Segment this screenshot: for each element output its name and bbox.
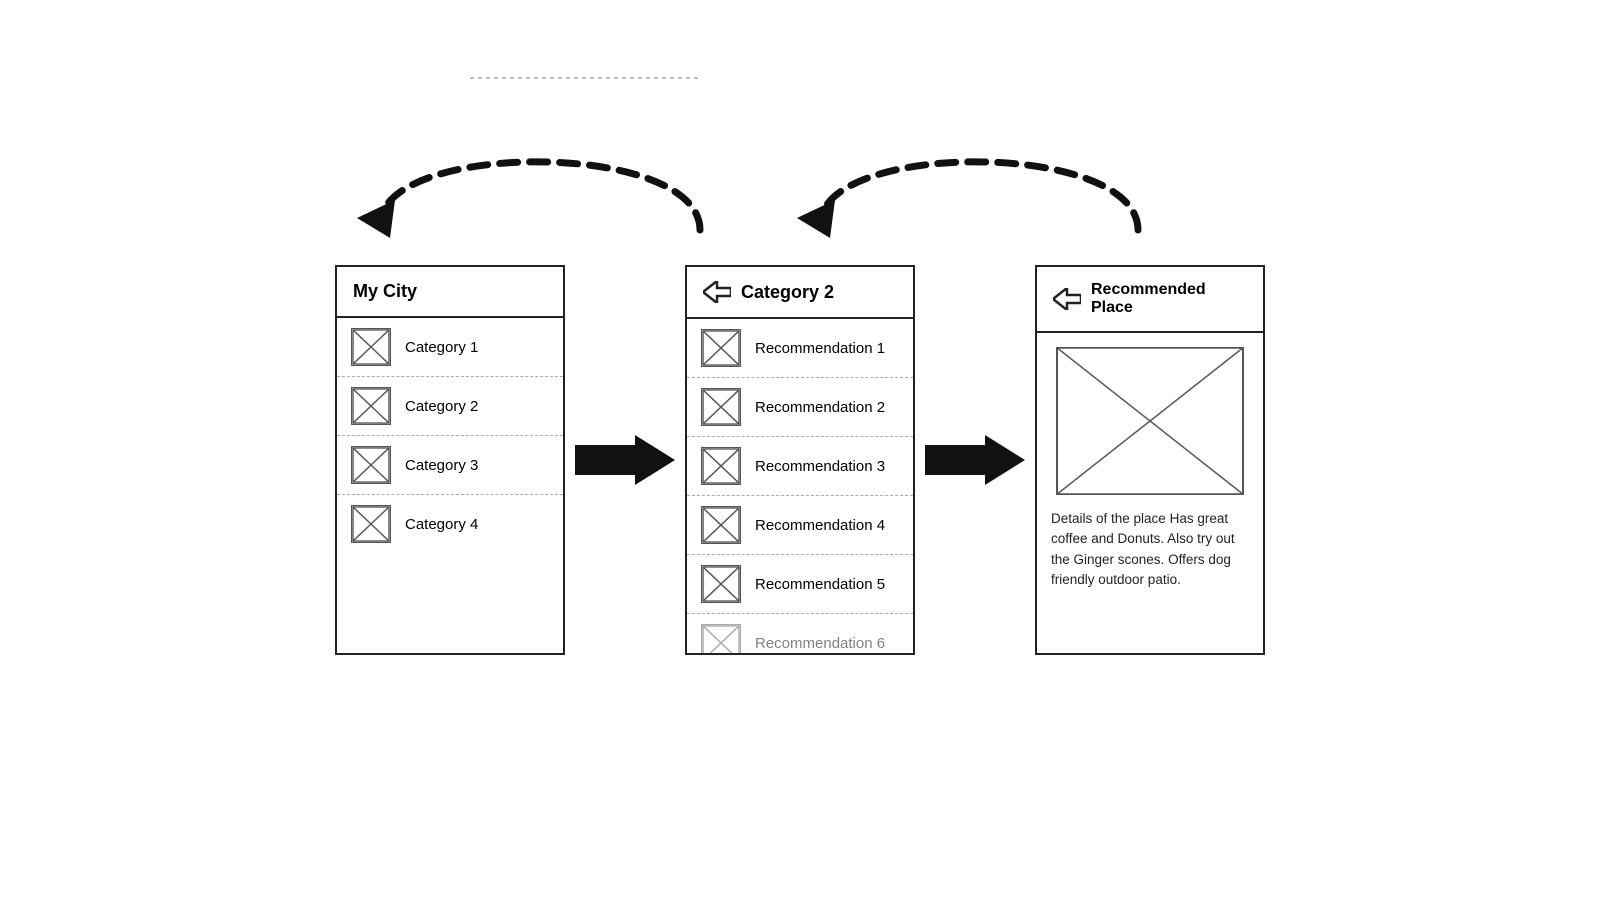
- placeholder-img-icon: [701, 447, 741, 485]
- panel-category: Category 2 Recommendation 1: [685, 265, 915, 655]
- list-item[interactable]: Category 4: [337, 495, 563, 553]
- placeholder-img-icon: [351, 328, 391, 366]
- placeholder-img-icon: [701, 329, 741, 367]
- panels-row: My City Category 1: [335, 265, 1265, 655]
- placeholder-img-icon: [701, 388, 741, 426]
- category-label: Category 4: [405, 516, 478, 533]
- placeholder-img-icon: [701, 506, 741, 544]
- forward-arrow-1: [565, 430, 685, 490]
- placeholder-img-icon: [351, 505, 391, 543]
- category-label: Category 1: [405, 339, 478, 356]
- category-label: Category 3: [405, 457, 478, 474]
- recommendation-label: Recommendation 2: [755, 399, 885, 416]
- place-panel-header: Recommended Place: [1037, 267, 1263, 333]
- recommendation-label: Recommendation 4: [755, 517, 885, 534]
- main-container: My City Category 1: [0, 0, 1600, 900]
- list-item[interactable]: Category 1: [337, 318, 563, 377]
- recommendation-label: Recommendation 6: [755, 635, 885, 652]
- back-arrow-icon[interactable]: [703, 281, 731, 303]
- placeholder-img-icon: [701, 565, 741, 603]
- place-title: Recommended Place: [1091, 281, 1247, 317]
- list-item[interactable]: Recommendation 3: [687, 437, 913, 496]
- list-item[interactable]: Recommendation 5: [687, 555, 913, 614]
- category-title: Category 2: [741, 282, 834, 303]
- panel-city: My City Category 1: [335, 265, 565, 655]
- list-item[interactable]: Category 2: [337, 377, 563, 436]
- recommendation-label: Recommendation 1: [755, 340, 885, 357]
- placeholder-img-icon: [701, 624, 741, 655]
- category-panel-header: Category 2: [687, 267, 913, 319]
- list-item[interactable]: Recommendation 1: [687, 319, 913, 378]
- list-item[interactable]: Recommendation 4: [687, 496, 913, 555]
- recommendation-label: Recommendation 3: [755, 458, 885, 475]
- city-title: My City: [353, 281, 417, 302]
- place-details-text: Details of the place Has great coffee an…: [1051, 511, 1235, 587]
- list-item[interactable]: Recommendation 2: [687, 378, 913, 437]
- placeholder-img-icon: [351, 446, 391, 484]
- place-image: [1056, 347, 1244, 495]
- list-item[interactable]: Category 3: [337, 436, 563, 495]
- panel-place: Recommended Place Details of the place H…: [1035, 265, 1265, 655]
- back-arrow-icon[interactable]: [1053, 288, 1081, 310]
- recommendation-label: Recommendation 5: [755, 576, 885, 593]
- placeholder-img-icon: [351, 387, 391, 425]
- forward-arrow-2: [915, 430, 1035, 490]
- city-panel-header: My City: [337, 267, 563, 318]
- place-details: Details of the place Has great coffee an…: [1037, 505, 1263, 600]
- list-item[interactable]: Recommendation 6: [687, 614, 913, 655]
- category-label: Category 2: [405, 398, 478, 415]
